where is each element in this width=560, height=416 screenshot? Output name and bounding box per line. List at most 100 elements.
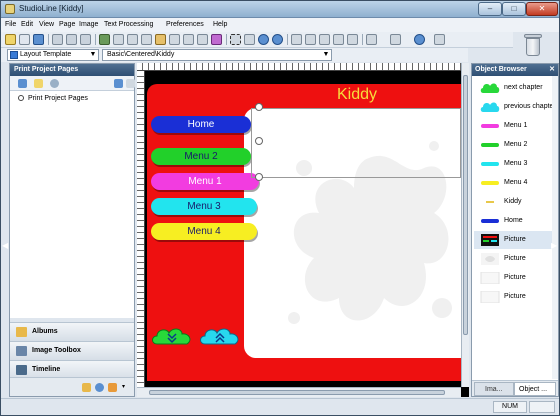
- brush-icon[interactable]: [211, 34, 222, 45]
- object-item[interactable]: next chapter: [474, 79, 552, 97]
- canvas-vertical-scrollbar[interactable]: [461, 63, 469, 387]
- chevron-down-icon[interactable]: ▾: [122, 383, 131, 392]
- menu-4[interactable]: Menu 4: [151, 223, 257, 240]
- copy-icon[interactable]: [66, 34, 77, 45]
- globe-icon[interactable]: [95, 383, 104, 392]
- object-item[interactable]: Menu 2: [474, 136, 552, 154]
- paste-icon[interactable]: [80, 34, 91, 45]
- node-icon: [18, 95, 24, 102]
- undo-icon[interactable]: [258, 34, 269, 45]
- scroll-thumb[interactable]: [463, 75, 468, 335]
- new-icon[interactable]: [19, 34, 30, 45]
- object-item[interactable]: Menu 4: [474, 174, 552, 192]
- export-icon[interactable]: [108, 383, 117, 392]
- menu-help[interactable]: Help: [213, 21, 227, 28]
- object-item[interactable]: Home: [474, 212, 552, 230]
- up-icon[interactable]: [18, 79, 27, 88]
- bulb-icon[interactable]: [82, 383, 91, 392]
- collapse-right-icon[interactable]: ▶: [551, 241, 557, 250]
- panel-menu-icon[interactable]: [126, 79, 135, 88]
- layout-icon[interactable]: [113, 34, 124, 45]
- tab-images[interactable]: Ima...: [474, 382, 514, 396]
- size-icon[interactable]: [333, 34, 344, 45]
- kiddy-page[interactable]: Kiddy Home Menu 2 Menu 1 Menu 3 Menu 4: [147, 84, 461, 381]
- object-item[interactable]: Kiddy: [474, 193, 552, 211]
- object-item[interactable]: Menu 3: [474, 155, 552, 173]
- resize-handle[interactable]: [255, 173, 263, 181]
- folder-icon[interactable]: [34, 79, 43, 88]
- text-box-icon[interactable]: [244, 34, 255, 45]
- order-icon[interactable]: [347, 34, 358, 45]
- object-item[interactable]: Menu 1: [474, 117, 552, 135]
- resize-handle[interactable]: [255, 103, 263, 111]
- pencil-icon[interactable]: [155, 34, 166, 45]
- tab-objects[interactable]: Object ...: [514, 382, 556, 396]
- menu-page[interactable]: Page: [59, 21, 75, 28]
- selector-row: Layout Template ▼ Basic\Centered\Kiddy ▼: [1, 48, 468, 62]
- table-icon[interactable]: [141, 34, 152, 45]
- minimize-button[interactable]: –: [478, 2, 502, 16]
- print-project-pages-panel: Print Project Pages Print Project Pages …: [9, 63, 135, 397]
- arrange-icon[interactable]: [366, 34, 377, 45]
- menu-bar: File Edit View Page Image Text Processin…: [1, 18, 559, 32]
- menu-image[interactable]: Image: [79, 21, 98, 28]
- refresh-icon[interactable]: [414, 34, 425, 45]
- zoom-icon[interactable]: [291, 34, 302, 45]
- object-item[interactable]: Picture: [474, 250, 552, 268]
- redo-icon[interactable]: [272, 34, 283, 45]
- object-browser-title: Object Browser ✕: [472, 64, 558, 76]
- image-icon[interactable]: [99, 34, 110, 45]
- tree-item[interactable]: Print Project Pages: [18, 95, 88, 102]
- site-title[interactable]: Kiddy: [337, 86, 377, 104]
- align-icon[interactable]: [305, 34, 316, 45]
- menu-1[interactable]: Menu 1: [151, 173, 259, 190]
- picture-thumb: [480, 272, 500, 284]
- select-icon[interactable]: [230, 34, 241, 45]
- menu-edit[interactable]: Edit: [21, 21, 33, 28]
- open-icon[interactable]: [5, 34, 16, 45]
- search-icon[interactable]: [50, 79, 59, 88]
- chevron-down-icon: ▼: [89, 51, 97, 58]
- settings-icon[interactable]: [434, 34, 445, 45]
- frame-icon[interactable]: [169, 34, 180, 45]
- cut-icon[interactable]: [52, 34, 63, 45]
- menu-3[interactable]: Menu 3: [151, 198, 257, 215]
- section-albums[interactable]: Albums: [10, 322, 134, 341]
- object-item[interactable]: Picture: [474, 231, 552, 249]
- template-type-select[interactable]: Layout Template ▼: [7, 49, 99, 61]
- menu-preferences[interactable]: Preferences: [166, 21, 204, 28]
- template-path-select[interactable]: Basic\Centered\Kiddy ▼: [102, 49, 332, 61]
- save-icon[interactable]: [33, 34, 44, 45]
- layout-canvas[interactable]: Kiddy Home Menu 2 Menu 1 Menu 3 Menu 4: [137, 63, 469, 397]
- forward-icon[interactable]: [114, 79, 123, 88]
- section-image-toolbox[interactable]: Image Toolbox: [10, 341, 134, 360]
- menu-file[interactable]: File: [5, 21, 16, 28]
- layout-icon: [10, 51, 18, 59]
- menu-view[interactable]: View: [39, 21, 54, 28]
- canvas-horizontal-scrollbar[interactable]: [137, 387, 461, 397]
- object-item[interactable]: Picture: [474, 269, 552, 287]
- menu-2-thumb: [481, 143, 499, 147]
- maximize-button[interactable]: □: [502, 2, 526, 16]
- menu-2[interactable]: Menu 2: [151, 148, 251, 165]
- menu-home[interactable]: Home: [151, 116, 251, 133]
- next-chapter-button[interactable]: [151, 326, 193, 348]
- collapse-left-icon[interactable]: ◀: [2, 241, 8, 250]
- trash-can-icon[interactable]: [522, 32, 544, 58]
- close-icon[interactable]: ✕: [549, 64, 555, 76]
- group-icon[interactable]: [390, 34, 401, 45]
- previous-chapter-button[interactable]: [199, 326, 241, 348]
- image-frame-icon[interactable]: [197, 34, 208, 45]
- menu-3-thumb: [481, 162, 499, 166]
- object-item[interactable]: previous chapter: [474, 98, 556, 116]
- grid-icon[interactable]: [127, 34, 138, 45]
- panel-toolbar: [10, 76, 135, 91]
- distribute-icon[interactable]: [319, 34, 330, 45]
- object-browser-scrollbar[interactable]: [552, 76, 558, 379]
- menu-text-processing[interactable]: Text Processing: [104, 21, 153, 28]
- scroll-thumb[interactable]: [149, 390, 445, 395]
- close-button[interactable]: ✕: [526, 2, 558, 16]
- resize-handle[interactable]: [255, 137, 263, 145]
- object-item[interactable]: Picture: [474, 288, 552, 306]
- page-icon[interactable]: [183, 34, 194, 45]
